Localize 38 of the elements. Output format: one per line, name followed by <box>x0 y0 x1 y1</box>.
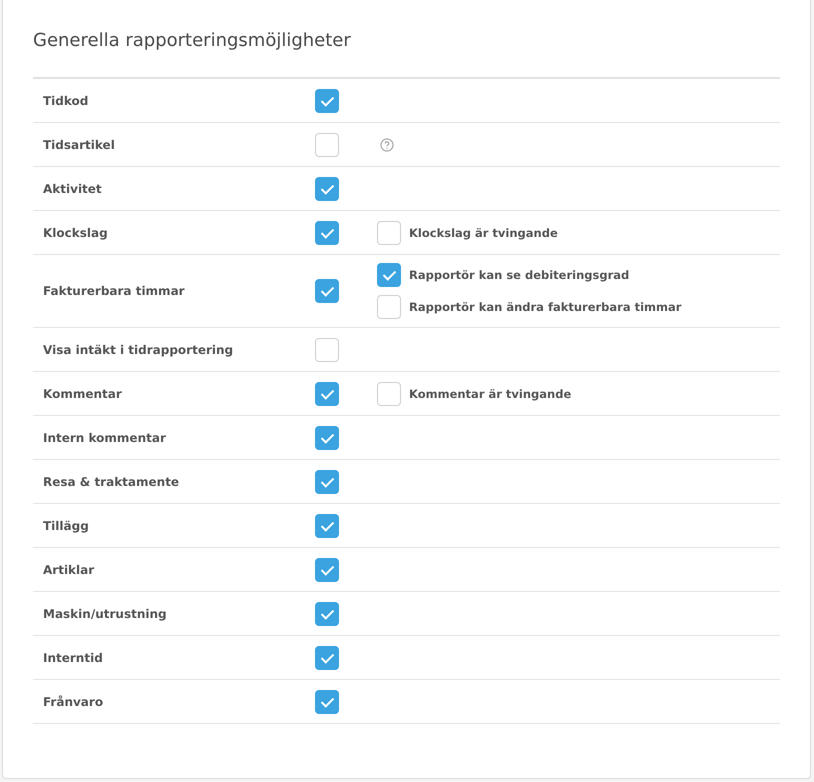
setting-label: Frånvaro <box>42 694 104 708</box>
setting-label: Artiklar <box>42 562 96 576</box>
option-label: Rapportör kan ändra fakturerbara timmar <box>409 300 682 314</box>
setting-label: Visa intäkt i tidrapportering <box>42 342 234 356</box>
checkbox[interactable] <box>315 382 339 406</box>
checkbox[interactable] <box>377 382 401 406</box>
checkbox[interactable] <box>315 602 339 626</box>
help-icon[interactable] <box>380 138 394 152</box>
option-label: Kommentar är tvingande <box>409 386 572 400</box>
setting-label: Kommentar <box>42 386 123 400</box>
setting-label: Resa & traktamente <box>42 474 180 488</box>
checkbox[interactable] <box>315 279 339 303</box>
checkbox[interactable] <box>315 470 339 494</box>
checkbox[interactable] <box>315 88 339 112</box>
checkbox[interactable] <box>377 220 401 244</box>
setting-label: Aktivitet <box>42 182 103 196</box>
setting-label: Maskin/utrustning <box>42 606 168 620</box>
checkbox[interactable] <box>315 426 339 450</box>
setting-label: Klockslag <box>42 226 109 240</box>
checkbox[interactable] <box>315 338 339 362</box>
setting-label: Interntid <box>42 650 104 664</box>
setting-label: Intern kommentar <box>42 430 167 444</box>
checkbox[interactable] <box>315 558 339 582</box>
option-label: Rapportör kan se debiteringsgrad <box>409 268 630 282</box>
checkbox[interactable] <box>315 132 339 156</box>
section-title: Generella rapporteringsmöjligheter <box>33 30 352 51</box>
checkbox[interactable] <box>377 263 401 287</box>
checkbox[interactable] <box>315 514 339 538</box>
checkbox[interactable] <box>377 295 401 319</box>
checkbox[interactable] <box>315 646 339 670</box>
setting-label: Tidkod <box>42 94 90 108</box>
setting-label: Tillägg <box>42 518 90 532</box>
checkbox[interactable] <box>315 690 339 714</box>
option-label: Klockslag är tvingande <box>409 226 558 240</box>
setting-label: Fakturerbara timmar <box>42 284 186 298</box>
checkbox[interactable] <box>315 176 339 200</box>
checkbox[interactable] <box>315 220 339 244</box>
setting-label: Tidsartikel <box>42 138 116 152</box>
